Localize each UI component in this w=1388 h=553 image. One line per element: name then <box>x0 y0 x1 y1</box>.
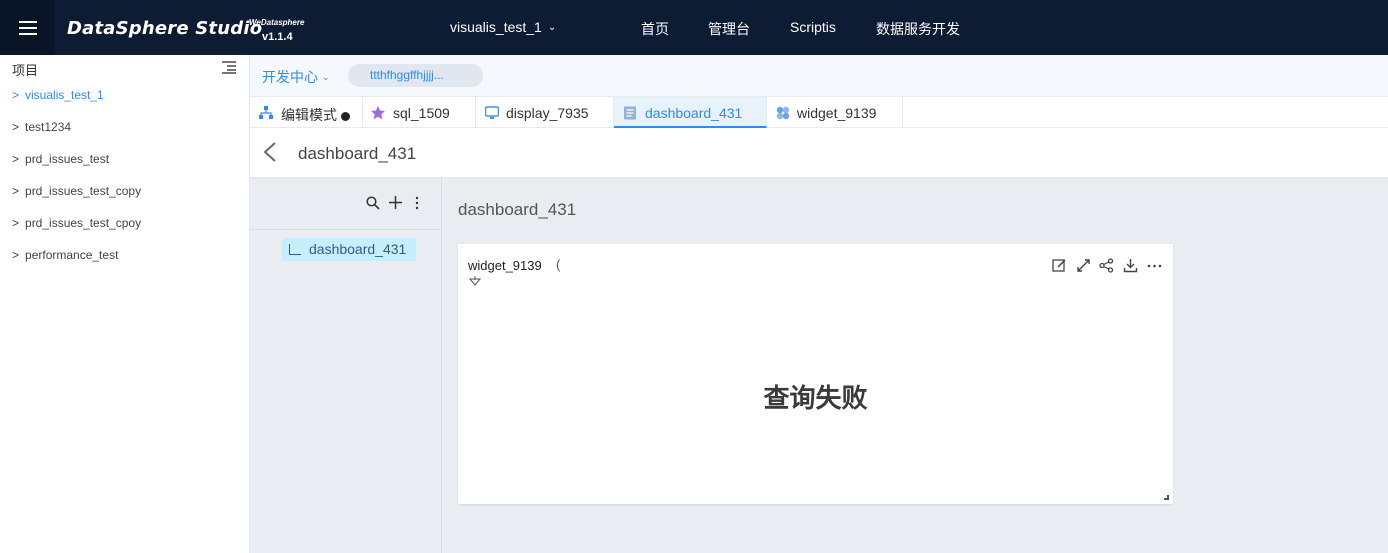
page-header: dashboard_431 <box>250 128 1388 178</box>
chevron-right-icon: > <box>12 184 20 198</box>
editor-tabs: 编辑模式 sql_1509 display_7935 dashboard_431… <box>250 97 1388 128</box>
nav-data-service[interactable]: 数据服务开发 <box>876 19 960 39</box>
tab-label: 编辑模式 <box>281 107 337 123</box>
tree-item-label: test1234 <box>25 120 72 134</box>
nav-scriptis[interactable]: Scriptis <box>790 19 836 35</box>
share-icon[interactable] <box>1099 258 1114 273</box>
tab-label: sql_1509 <box>393 105 450 121</box>
project-sidebar: 项目 > visualis_test_1 > test1234 > prd_issue… <box>0 55 250 553</box>
main-area: 开发中心 ⌄ ttthfhggffhjjjj... 编辑模式 sql_1509 d… <box>250 55 1388 553</box>
widget-title-paren: ( <box>556 257 561 272</box>
unsaved-dot-icon <box>341 112 350 121</box>
tab-edit-mode[interactable]: 编辑模式 <box>250 97 363 128</box>
page-title: dashboard_431 <box>298 144 417 163</box>
chevron-down-icon: ⌄ <box>547 22 557 33</box>
tree-item-label: prd_issues_test_copy <box>25 184 142 198</box>
widget-title: widget_9139 <box>468 258 542 273</box>
chevron-down-icon: ⌄ <box>322 72 330 82</box>
chevron-right-icon: > <box>12 216 20 230</box>
tree-item-prd-issues-test[interactable]: > prd_issues_test <box>12 152 109 166</box>
dashboard-list-item[interactable]: dashboard_431 <box>282 238 416 261</box>
dashboard-icon <box>624 106 636 120</box>
chart-icon <box>289 244 301 255</box>
tree-item-prd-issues-test-copy[interactable]: > prd_issues_test_copy <box>12 184 141 198</box>
dashboard-title: dashboard_431 <box>458 200 577 219</box>
widget-icon <box>776 106 790 120</box>
project-select[interactable]: visualis_test_1 ⌄ <box>450 19 556 35</box>
expand-icon[interactable] <box>1076 258 1091 273</box>
dashboard-list-toolbar <box>250 178 442 230</box>
workflow-icon <box>259 106 273 119</box>
back-arrow-icon[interactable] <box>262 142 278 162</box>
tree-item-performance-test[interactable]: > performance_test <box>12 248 118 262</box>
tab-widget-9139[interactable]: widget_9139 <box>767 97 903 128</box>
tab-dashboard-431[interactable]: dashboard_431 <box>614 97 767 128</box>
tree-item-test1234[interactable]: > test1234 <box>12 120 71 134</box>
chevron-right-icon: > <box>12 152 20 166</box>
tree-item-label: visualis_test_1 <box>25 88 104 102</box>
dashboard-list-pane: dashboard_431 <box>250 178 442 553</box>
menu-button[interactable] <box>0 0 55 55</box>
chevron-right-icon: > <box>12 248 20 262</box>
tab-display-7935[interactable]: display_7935 <box>476 97 614 128</box>
app-logo-sub: WeDatasphere <box>249 18 305 27</box>
query-failed-message: 查询失败 <box>763 383 868 413</box>
more-horizontal-icon[interactable] <box>1147 258 1162 273</box>
project-select-label: visualis_test_1 <box>450 19 542 35</box>
hamburger-icon <box>18 20 37 35</box>
more-vertical-icon[interactable] <box>414 196 420 210</box>
add-icon[interactable] <box>389 196 402 209</box>
drill-icon[interactable] <box>469 276 481 286</box>
chevron-right-icon: > <box>12 88 20 102</box>
tab-label: dashboard_431 <box>645 105 743 121</box>
download-icon[interactable] <box>1123 258 1138 273</box>
top-bar: DataSphere Studio WeDatasphere v1.1.4 vi… <box>0 0 1388 55</box>
chevron-right-icon: > <box>12 120 20 134</box>
dashboard-list-item-label: dashboard_431 <box>309 241 407 257</box>
widget-card: widget_9139 ( 查询失败 <box>458 244 1173 504</box>
dev-center-select[interactable]: 开发中心 ⌄ <box>262 67 330 87</box>
tab-label: widget_9139 <box>797 105 877 121</box>
nav-admin[interactable]: 管理台 <box>708 19 750 39</box>
display-icon <box>485 106 499 119</box>
collapse-sidebar-icon[interactable] <box>222 61 236 74</box>
nav-home[interactable]: 首页 <box>641 19 669 39</box>
tree-item-label: prd_issues_test <box>25 152 110 166</box>
search-icon[interactable] <box>366 196 380 210</box>
dev-center-label: 开发中心 <box>262 69 318 85</box>
app-version: v1.1.4 <box>262 31 293 43</box>
resize-handle[interactable] <box>1164 495 1169 500</box>
tab-label: display_7935 <box>506 105 589 121</box>
dashboard-workspace: dashboard_431 dashboard_431 widget_9139 … <box>250 178 1388 553</box>
tree-item-label: performance_test <box>25 248 119 262</box>
breadcrumb: 开发中心 ⌄ ttthfhggffhjjjj... <box>250 55 1388 97</box>
tree-item-prd-issues-test-cpoy[interactable]: > prd_issues_test_cpoy <box>12 216 141 230</box>
tab-sql-1509[interactable]: sql_1509 <box>363 97 476 128</box>
workflow-chip[interactable]: ttthfhggffhjjjj... <box>348 64 483 87</box>
edit-icon[interactable] <box>1052 258 1067 273</box>
sidebar-header: 项目 <box>12 63 39 78</box>
tree-item-label: prd_issues_test_cpoy <box>25 216 142 230</box>
tree-item-visualis-test-1[interactable]: > visualis_test_1 <box>12 88 104 102</box>
sql-icon <box>371 106 385 120</box>
app-logo: DataSphere Studio <box>67 18 263 39</box>
